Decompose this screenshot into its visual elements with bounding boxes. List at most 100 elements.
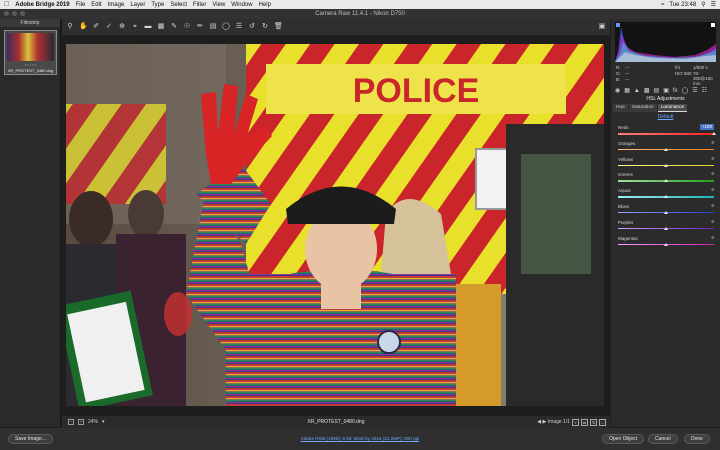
slider-value[interactable]: 0 [700, 235, 714, 241]
slider-thumb[interactable] [664, 210, 668, 214]
zoom-tool-icon[interactable]: ⚲ [66, 23, 74, 31]
highlight-clipping-icon[interactable] [711, 23, 715, 27]
snapshots-icon[interactable]: ☷ [702, 87, 707, 94]
lens-corrections-icon[interactable]: ▣ [663, 87, 669, 94]
spot-removal-tool-icon[interactable]: ✎ [170, 23, 178, 31]
camera-readout: R: --- f/4 1/500 s G: --- ISO 500 70-300… [615, 65, 716, 86]
tab-hue[interactable]: Hue [613, 104, 628, 112]
effects-icon[interactable]: fx [673, 88, 678, 94]
window-title-bar: Camera Raw 11.4.1 - Nikon D750 [0, 9, 720, 19]
basic-panel-icon[interactable]: ◉ [615, 87, 620, 94]
done-button[interactable]: Done [684, 434, 710, 444]
slider-purples[interactable]: Purples 0 [617, 218, 716, 234]
slider-greens[interactable]: Greens 0 [617, 170, 716, 186]
slider-value[interactable]: 0 [700, 171, 714, 177]
image-preview[interactable]: POLICE [66, 44, 604, 406]
menu-file[interactable]: File [76, 2, 86, 8]
radial-filter-icon[interactable]: ◯ [222, 23, 230, 31]
menu-image[interactable]: Image [108, 2, 125, 8]
split-toning-icon[interactable]: ▤ [654, 87, 660, 94]
shadow-clipping-icon[interactable] [616, 23, 620, 27]
toggle-default-button[interactable]: □ [599, 418, 606, 426]
slider-magentas[interactable]: Magentas 0 [617, 234, 716, 250]
presets-icon[interactable]: ☰ [692, 87, 697, 94]
menu-app-name[interactable]: Adobe Bridge 2019 [15, 2, 69, 8]
slider-oranges[interactable]: Oranges 0 [617, 139, 716, 155]
slider-value[interactable]: 0 [700, 219, 714, 225]
search-icon[interactable]: ⚲ [701, 1, 705, 8]
menu-edit[interactable]: Edit [91, 2, 101, 8]
menu-view[interactable]: View [212, 2, 225, 8]
slider-track[interactable] [618, 133, 714, 135]
graduated-filter-icon[interactable]: ▤ [209, 23, 217, 31]
copy-settings-button[interactable]: ⇅ [590, 418, 597, 426]
menu-type[interactable]: Type [151, 2, 164, 8]
slider-value[interactable]: 0 [700, 187, 714, 193]
rotate-left-icon[interactable]: ↺ [248, 23, 256, 31]
default-link[interactable]: Default [613, 114, 718, 120]
trash-icon[interactable]: 🗑 [274, 23, 283, 31]
preferences-icon[interactable]: ☰ [235, 23, 243, 31]
minimize-window-button[interactable] [12, 11, 17, 16]
menu-window[interactable]: Window [231, 2, 252, 8]
slider-yellows[interactable]: Yellows 0 [617, 155, 716, 171]
menu-select[interactable]: Select [170, 2, 187, 8]
adjustment-brush-icon[interactable]: ✏ [196, 23, 204, 31]
white-balance-tool-icon[interactable]: ✐ [92, 23, 100, 31]
color-sampler-tool-icon[interactable]: ✓ [105, 23, 113, 31]
rotate-right-icon[interactable]: ↻ [261, 23, 269, 31]
detail-icon[interactable]: ▲ [634, 88, 640, 94]
fullscreen-icon[interactable]: ▣ [598, 23, 606, 31]
next-image-icon[interactable]: ▶ [543, 419, 547, 425]
red-eye-tool-icon[interactable]: ☉ [183, 23, 191, 31]
shutter-speed: 1/500 s [693, 65, 708, 70]
clock[interactable]: Tue 23:48 [669, 2, 696, 8]
swap-settings-button[interactable]: ⇄ [581, 418, 588, 426]
wifi-icon[interactable]: ≈ [661, 2, 664, 8]
slider-aquas[interactable]: Aquas 0 [617, 186, 716, 202]
slider-thumb[interactable] [664, 242, 668, 246]
before-after-toggle[interactable]: Y [572, 418, 579, 426]
rating-stars[interactable]: • • • • • [7, 62, 54, 67]
menu-layer[interactable]: Layer [130, 2, 145, 8]
panel-icon-row: ◉ ▦ ▲ ▩ ▤ ▣ fx ◯ ☰ ☷ [613, 86, 718, 95]
slider-thumb[interactable] [712, 132, 716, 135]
cancel-button[interactable]: Cancel [648, 434, 678, 444]
crop-tool-icon[interactable]: ⌖ [131, 23, 139, 31]
slider-value[interactable]: 0 [700, 203, 714, 209]
menu-help[interactable]: Help [259, 2, 271, 8]
hsl-icon[interactable]: ▩ [644, 87, 650, 94]
filmstrip-item[interactable]: • • • • • XR_PROTEST_0480.dng [4, 30, 57, 75]
camera-calibration-icon[interactable]: ◯ [682, 87, 689, 94]
g-label: G: [616, 71, 621, 76]
slider-label: Purples [618, 219, 634, 225]
close-window-button[interactable] [4, 11, 9, 16]
slider-thumb[interactable] [664, 195, 668, 199]
menu-filter[interactable]: Filter [193, 2, 206, 8]
slider-value[interactable]: 0 [700, 156, 714, 162]
slider-label: Oranges [618, 140, 636, 146]
histogram[interactable] [615, 22, 716, 62]
straighten-tool-icon[interactable]: ▬ [144, 23, 152, 31]
filmstrip-header[interactable]: Filmstrip [0, 19, 60, 27]
slider-thumb[interactable] [664, 179, 668, 183]
zoom-window-button[interactable] [20, 11, 25, 16]
slider-thumb[interactable] [664, 163, 668, 167]
tab-saturation[interactable]: Saturation [628, 104, 657, 112]
apple-icon[interactable]:  [4, 1, 9, 8]
targeted-adjustment-tool-icon[interactable]: ⊕ [118, 23, 126, 31]
tab-luminance[interactable]: Luminance [657, 104, 688, 112]
filmstrip-thumbnail[interactable] [7, 33, 54, 61]
slider-reds[interactable]: Reds +100 [617, 123, 716, 139]
tone-curve-icon[interactable]: ▦ [624, 87, 630, 94]
hand-tool-icon[interactable]: ✋ [79, 23, 88, 31]
transform-tool-icon[interactable]: ▦ [157, 23, 165, 31]
slider-value[interactable]: 0 [700, 140, 714, 146]
menu-list-icon[interactable]: ☰ [711, 1, 716, 8]
slider-thumb[interactable] [664, 147, 668, 151]
slider-thumb[interactable] [664, 226, 668, 230]
slider-value[interactable]: +100 [700, 124, 714, 130]
prev-image-icon[interactable]: ◀ [537, 419, 541, 425]
open-object-button[interactable]: Open Object [602, 434, 645, 444]
slider-blues[interactable]: Blues 0 [617, 202, 716, 218]
